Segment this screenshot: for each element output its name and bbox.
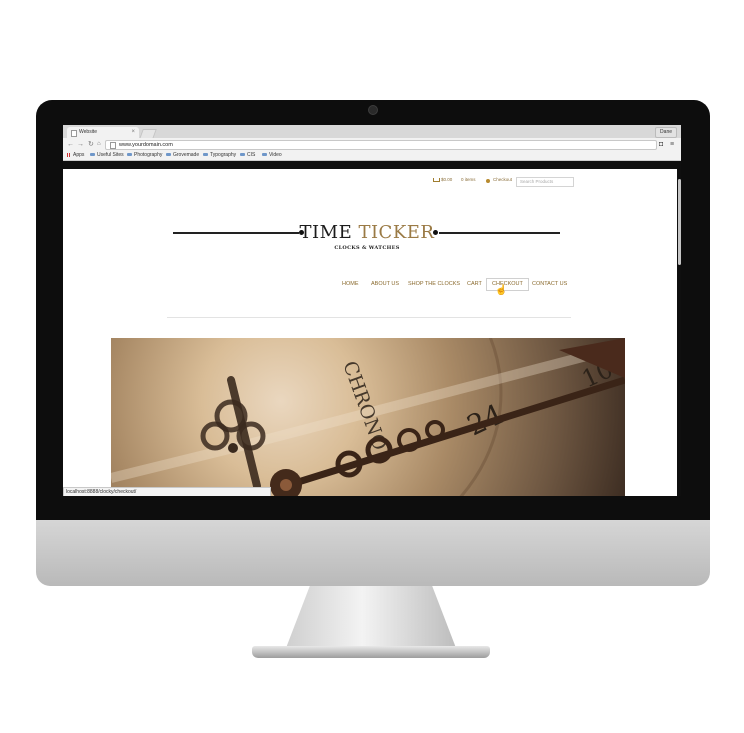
logo-rule-right [439, 232, 560, 234]
nav-about-us[interactable]: ABOUT US [371, 279, 399, 290]
search-input[interactable]: Search Products [516, 177, 574, 187]
monitor-stand-base [252, 646, 490, 658]
monitor-stand-neck [286, 586, 456, 648]
folder-icon [90, 152, 95, 157]
bookmark-cis[interactable]: CIS [240, 151, 255, 160]
browser-toolbar: ← → ↻ ⌂ www.yourdomain.com ◘ ≡ [63, 138, 681, 151]
bookmark-grovemade[interactable]: Grovemade [166, 151, 199, 160]
home-icon[interactable]: ⌂ [97, 139, 101, 150]
cart-icon[interactable] [433, 178, 440, 182]
cart-total[interactable]: $0.00 [441, 176, 452, 184]
page-icon [110, 142, 116, 149]
bookmark-useful-sites[interactable]: Useful Sites [90, 151, 124, 160]
folder-icon [203, 152, 208, 157]
cart-items[interactable]: 0 items [461, 176, 476, 184]
address-text: www.yourdomain.com [119, 142, 173, 148]
hand-cursor-icon: ☝ [495, 285, 508, 296]
bookmark-typography[interactable]: Typography [203, 151, 236, 160]
logo-ticker: TICKER [358, 222, 435, 243]
browser-tab-strip: Website × Dane [63, 125, 681, 139]
browser-tab[interactable]: Website × [67, 127, 139, 138]
screen: Website × Dane ← → ↻ ⌂ www.yourdomain.co… [63, 125, 681, 496]
status-bar-url: localhost:8888/clocky/checkout/ [63, 487, 271, 496]
nav-home[interactable]: HOME [342, 279, 359, 290]
bookmark-video[interactable]: Video [262, 151, 282, 160]
logo-tagline: CLOCKS & WATCHES [334, 245, 400, 251]
forward-icon[interactable]: → [77, 139, 84, 150]
page-top-bar [63, 161, 681, 169]
bookmark-photography[interactable]: Photography [127, 151, 162, 160]
tab-title: Website [79, 129, 97, 135]
checkout-link[interactable]: Checkout [493, 176, 512, 184]
webcam-icon [368, 105, 378, 115]
checkout-icon [486, 179, 490, 183]
bookmarks-bar: Apps Useful Sites Photography Grovemade … [63, 151, 681, 161]
header-divider [167, 317, 571, 318]
logo-rule-left [173, 232, 299, 234]
nav-shop-the-clocks[interactable]: SHOP THE CLOCKS [408, 279, 460, 290]
pocket-icon[interactable]: ◘ [659, 140, 663, 149]
site-logo[interactable]: TIME TICKER [283, 222, 451, 243]
folder-icon [127, 152, 132, 157]
monitor-chin [36, 520, 710, 586]
nav-cart[interactable]: CART [467, 279, 482, 290]
folder-icon [166, 152, 171, 157]
back-icon[interactable]: ← [67, 139, 74, 150]
vintage-clock-hands-image: CHRONO 24 10 [111, 338, 625, 496]
scrollbar-track[interactable] [677, 169, 681, 496]
hero-image: CHRONO 24 10 [111, 338, 625, 496]
bookmark-apps[interactable]: Apps [67, 151, 84, 160]
close-tab-icon[interactable]: × [131, 127, 135, 138]
apps-icon [67, 152, 71, 157]
menu-icon[interactable]: ≡ [670, 140, 674, 149]
nav-contact-us[interactable]: CONTACT US [532, 279, 567, 290]
folder-icon [262, 152, 267, 157]
logo-time: TIME [299, 222, 353, 243]
web-page: $0.00 0 items Checkout Search Products T… [63, 161, 681, 496]
page-icon [71, 130, 77, 137]
folder-icon [240, 152, 245, 157]
address-bar[interactable]: www.yourdomain.com [105, 140, 657, 150]
profile-button[interactable]: Dane [655, 127, 677, 138]
scrollbar-thumb[interactable] [678, 179, 681, 265]
reload-icon[interactable]: ↻ [88, 139, 94, 150]
